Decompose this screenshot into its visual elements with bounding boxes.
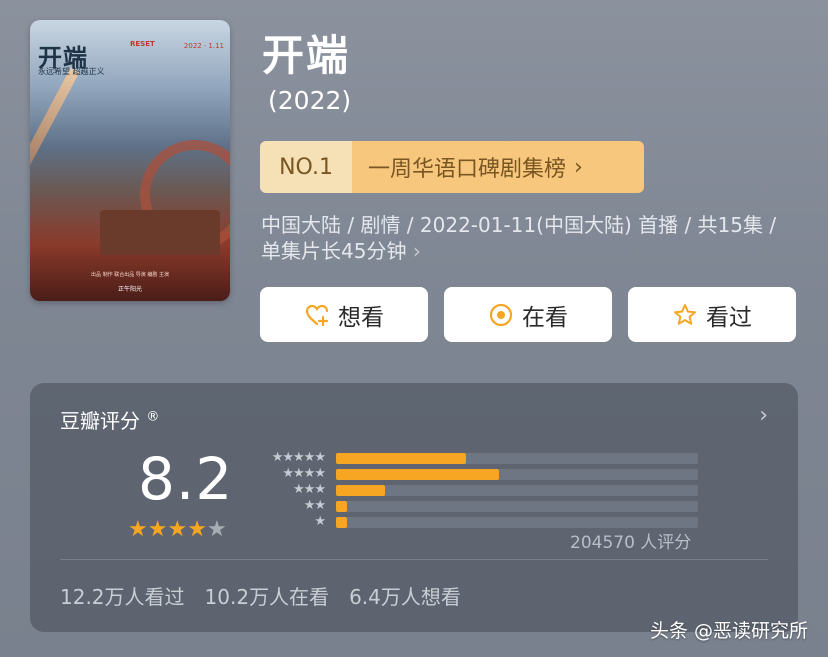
distribution-stars-icon: ★★★★★	[271, 450, 326, 465]
distribution-track	[336, 485, 698, 496]
stat-watched: 12.2万人看过	[60, 585, 185, 609]
rank-label-container: 一周华语口碑剧集榜 ›	[352, 141, 644, 193]
rating-score: 8.2	[138, 445, 234, 513]
stat-want: 6.4万人想看	[349, 585, 461, 609]
distribution-stars-icon: ★★★★	[282, 466, 326, 481]
want-to-watch-button[interactable]: 想看	[260, 287, 428, 342]
distribution-row: ★★★	[255, 482, 705, 499]
chevron-right-icon: ›	[574, 154, 583, 180]
distribution-row: ★★★★	[255, 466, 705, 483]
rating-star-icon: ★	[187, 517, 207, 542]
action-buttons: 想看 在看 看过	[260, 287, 796, 342]
poster-studio: 正午阳光	[117, 286, 142, 293]
rating-star-icon: ★	[206, 517, 227, 542]
heart-plus-icon	[305, 304, 329, 326]
rating-star-icon: ★	[147, 517, 168, 542]
watched-button[interactable]: 看过	[628, 287, 796, 342]
rank-label: 一周华语口碑剧集榜	[368, 157, 567, 182]
distribution-bar	[336, 469, 499, 480]
watched-label: 看过	[706, 304, 752, 331]
rank-number: NO.1	[260, 141, 352, 193]
poster-date: 2022 · 1.11	[183, 42, 224, 50]
show-meta[interactable]: 中国大陆 / 剧情 / 2022-01-11(中国大陆) 首播 / 共15集 /…	[261, 212, 801, 264]
audience-stats: 12.2万人看过 10.2万人在看 6.4万人想看	[60, 581, 461, 610]
poster-logo-en: RESET	[130, 40, 155, 48]
meta-text: 中国大陆 / 剧情 / 2022-01-11(中国大陆) 首播 / 共15集 /…	[261, 213, 777, 263]
rating-stars: ★★★★★	[128, 517, 227, 542]
rating-header-label: 豆瓣评分	[60, 409, 140, 433]
stat-watching: 10.2万人在看	[204, 585, 330, 609]
distribution-bar	[336, 485, 385, 496]
watermark: 头条 @恶读研究所	[649, 620, 808, 642]
distribution-track	[336, 469, 698, 480]
target-icon	[489, 303, 513, 326]
distribution-stars-icon: ★★	[303, 498, 326, 513]
poster-credits: 出品 制作 联合出品 导演 编剧 主演	[91, 272, 169, 278]
chevron-right-icon[interactable]: ›	[759, 403, 768, 428]
distribution-bar	[336, 517, 347, 528]
rating-distribution: ★★★★★ ★★★★ ★★★ ★★ ★	[255, 450, 705, 531]
want-label: 想看	[338, 304, 384, 331]
distribution-track	[336, 517, 698, 528]
show-year: (2022)	[268, 86, 352, 115]
poster-image[interactable]: 开端 RESET 2022 · 1.11 永远希望 超越正义 出品 制作 联合出…	[30, 20, 230, 301]
rating-star-icon: ★	[167, 517, 188, 542]
watching-label: 在看	[522, 304, 568, 331]
poster-bus	[100, 210, 220, 255]
registered-mark: ®	[146, 409, 160, 425]
distribution-row: ★★	[255, 498, 705, 515]
poster-spire	[30, 67, 80, 249]
chevron-right-icon: ›	[412, 239, 421, 263]
distribution-stars-icon: ★★★	[293, 482, 326, 497]
rating-count: 204570 人评分	[570, 533, 692, 553]
rank-badge[interactable]: NO.1 一周华语口碑剧集榜 ›	[260, 141, 644, 193]
show-title: 开端	[262, 31, 351, 80]
distribution-track	[336, 501, 698, 512]
poster-tagline: 永远希望 超越正义	[38, 67, 105, 76]
distribution-bar	[336, 501, 347, 512]
distribution-bar	[336, 453, 467, 464]
rating-star-icon: ★	[128, 517, 148, 542]
star-icon	[674, 303, 696, 325]
watching-button[interactable]: 在看	[444, 287, 612, 342]
rating-card[interactable]: 豆瓣评分 ® › 8.2 ★★★★★ ★★★★★ ★★★★ ★★★ ★★ ★ 20457…	[30, 383, 798, 632]
distribution-track	[336, 453, 698, 464]
distribution-stars-icon: ★	[314, 514, 326, 529]
divider	[60, 559, 768, 560]
rating-header: 豆瓣评分 ®	[60, 405, 159, 434]
distribution-row: ★★★★★	[255, 450, 705, 467]
